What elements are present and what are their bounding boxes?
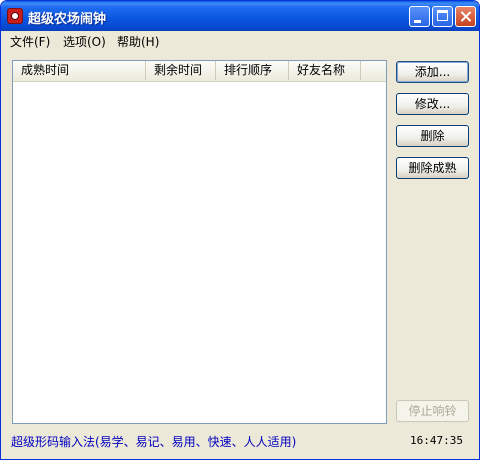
minimize-button[interactable] [409,6,430,27]
menu-file[interactable]: 文件(F) [10,33,50,50]
column-header-rank-order[interactable]: 排行顺序 [216,61,289,80]
delete-mature-button[interactable]: 删除成熟 [396,157,469,179]
add-button[interactable]: 添加... [396,61,469,83]
stop-alarm-button[interactable]: 停止响铃 [396,400,469,422]
list-header: 成熟时间 剩余时间 排行顺序 好友名称 [13,61,386,82]
column-header-remaining-time[interactable]: 剩余时间 [146,61,216,80]
app-window: 超级农场闹钟 文件(F) 选项(O) 帮助(H) 成熟时间 剩余时间 排行顺序 … [0,0,480,460]
ime-status-text: 超级形码输入法(易学、易记、易用、快速、人人适用) [11,435,297,449]
menu-bar: 文件(F) 选项(O) 帮助(H) [1,31,479,50]
clock-display: 16:47:35 [410,434,463,447]
window-title: 超级农场闹钟 [28,12,107,27]
menu-options[interactable]: 选项(O) [63,33,106,50]
column-header-mature-time[interactable]: 成熟时间 [13,61,146,80]
alarm-list[interactable]: 成熟时间 剩余时间 排行顺序 好友名称 [12,60,387,424]
menu-help[interactable]: 帮助(H) [117,33,159,50]
maximize-button[interactable] [432,6,453,27]
title-bar[interactable]: 超级农场闹钟 [1,1,479,31]
edit-button[interactable]: 修改... [396,93,469,115]
close-button[interactable] [455,6,476,27]
column-header-friend-name[interactable]: 好友名称 [289,61,361,80]
delete-button[interactable]: 删除 [396,125,469,147]
alarm-app-icon[interactable] [7,8,23,24]
